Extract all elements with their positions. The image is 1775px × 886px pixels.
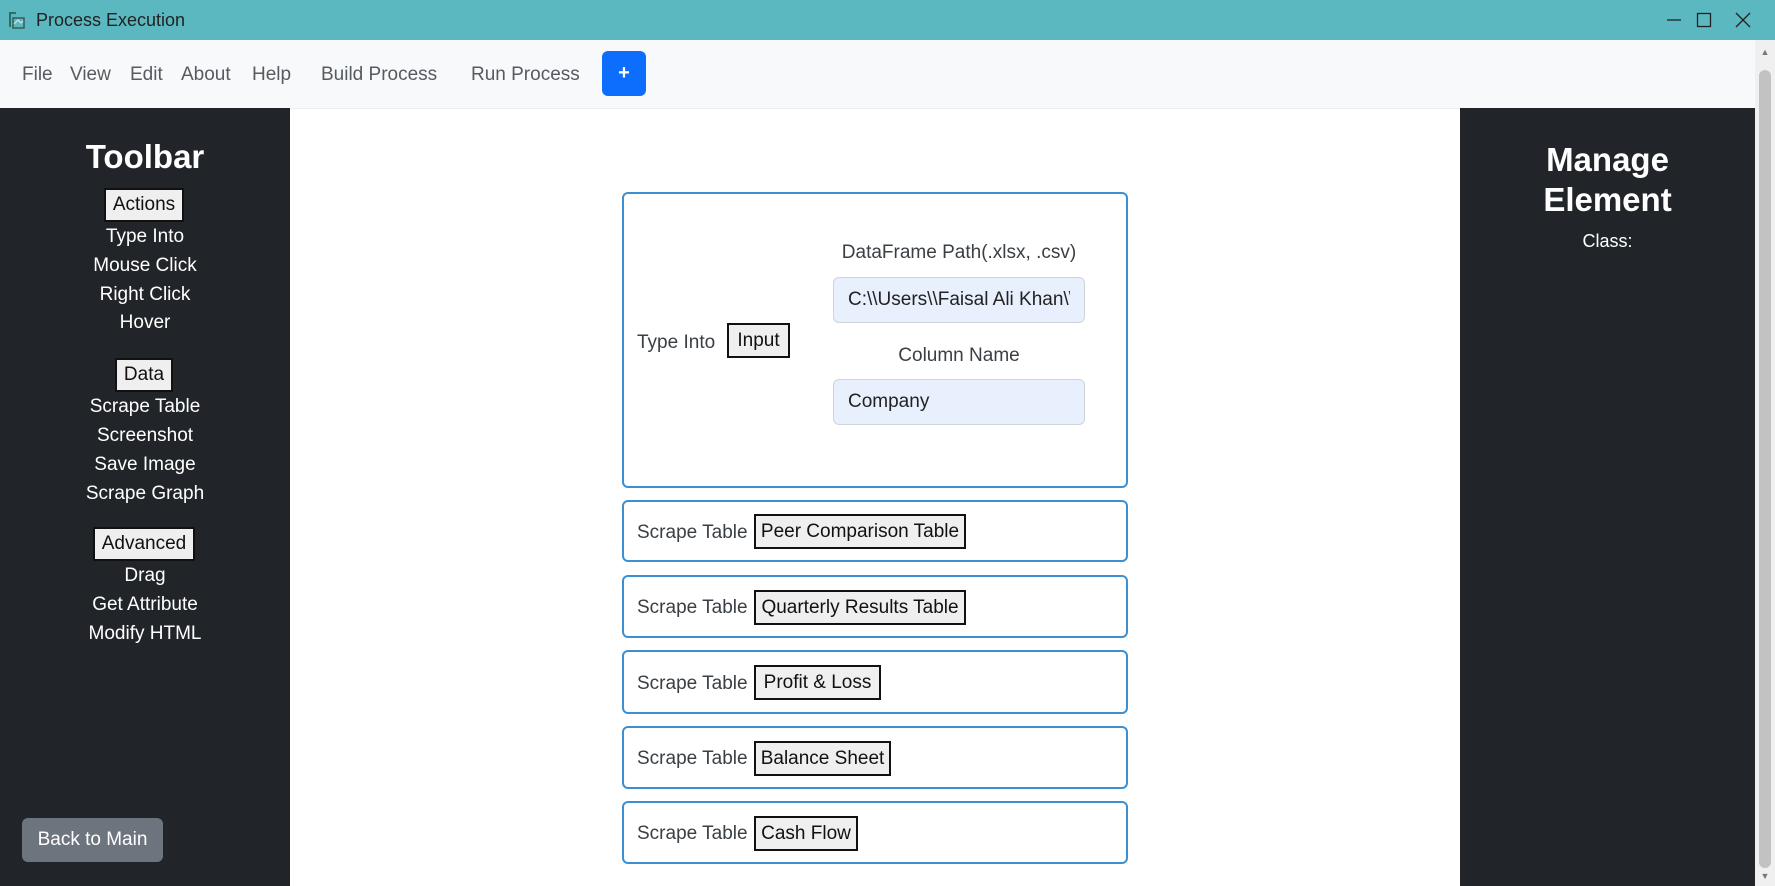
step-label: Scrape Table bbox=[637, 823, 748, 844]
scrape-table-step-card[interactable]: Scrape Table Balance Sheet bbox=[622, 726, 1128, 789]
manage-title-line2: Element bbox=[1543, 181, 1672, 218]
back-to-main-button[interactable]: Back to Main bbox=[22, 818, 163, 862]
maximize-icon bbox=[1696, 12, 1712, 28]
manage-element-sidebar: Manage Element Class: bbox=[1460, 108, 1755, 886]
tool-screenshot[interactable]: Screenshot bbox=[0, 425, 290, 447]
tool-scrape-table[interactable]: Scrape Table bbox=[0, 396, 290, 418]
menu-bar: File View Edit About Help Build Process … bbox=[0, 40, 1755, 109]
step-label: Type Into bbox=[637, 332, 716, 353]
step-label: Scrape Table bbox=[637, 748, 748, 769]
menu-file[interactable]: File bbox=[22, 40, 53, 110]
tool-get-attribute[interactable]: Get Attribute bbox=[0, 594, 290, 616]
tool-type-into[interactable]: Type Into bbox=[0, 226, 290, 248]
step-label: Scrape Table bbox=[637, 522, 748, 543]
tool-drag[interactable]: Drag bbox=[0, 565, 290, 587]
title-bar: Process Execution bbox=[0, 0, 1775, 40]
menu-about[interactable]: About bbox=[181, 40, 231, 110]
add-step-button[interactable]: + bbox=[602, 51, 646, 96]
advanced-group-button[interactable]: Advanced bbox=[93, 527, 195, 561]
profit-loss-button[interactable]: Profit & Loss bbox=[754, 665, 881, 700]
dataframe-path-input[interactable] bbox=[833, 277, 1085, 323]
tool-scrape-graph[interactable]: Scrape Graph bbox=[0, 483, 290, 505]
menu-build-process[interactable]: Build Process bbox=[321, 40, 437, 110]
close-icon bbox=[1735, 12, 1751, 28]
app-icon bbox=[9, 12, 25, 29]
input-element-button[interactable]: Input bbox=[727, 323, 790, 358]
scrape-table-step-card[interactable]: Scrape Table Peer Comparison Table bbox=[622, 500, 1128, 562]
class-label: Class: bbox=[1582, 231, 1633, 251]
scrape-table-step-card[interactable]: Scrape Table Quarterly Results Table bbox=[622, 575, 1128, 638]
quarterly-results-table-button[interactable]: Quarterly Results Table bbox=[754, 590, 966, 625]
window-title: Process Execution bbox=[36, 10, 186, 30]
scrape-table-step-card[interactable]: Scrape Table Profit & Loss bbox=[622, 650, 1128, 714]
menu-view[interactable]: View bbox=[70, 40, 111, 110]
manage-title-line1: Manage bbox=[1546, 141, 1669, 178]
close-button[interactable] bbox=[1713, 0, 1773, 40]
menu-edit[interactable]: Edit bbox=[130, 40, 163, 110]
scroll-up-icon[interactable]: ▲ bbox=[1759, 46, 1771, 58]
toolbar-sidebar: Toolbar Actions Type Into Mouse Click Ri… bbox=[0, 108, 290, 886]
balance-sheet-button[interactable]: Balance Sheet bbox=[754, 741, 891, 776]
tool-mouse-click[interactable]: Mouse Click bbox=[0, 255, 290, 277]
dataframe-path-label: DataFrame Path(.xlsx, .csv) bbox=[841, 242, 1077, 263]
menu-help[interactable]: Help bbox=[252, 40, 291, 110]
data-group-button[interactable]: Data bbox=[115, 358, 173, 392]
actions-group-button[interactable]: Actions bbox=[104, 188, 184, 222]
menu-run-process[interactable]: Run Process bbox=[471, 40, 580, 110]
scrape-table-step-card[interactable]: Scrape Table Cash Flow bbox=[622, 801, 1128, 864]
toolbar-title: Toolbar bbox=[85, 138, 205, 175]
column-name-input[interactable] bbox=[833, 379, 1085, 425]
vertical-scrollbar[interactable]: ▲ ▼ bbox=[1755, 40, 1775, 886]
cash-flow-button[interactable]: Cash Flow bbox=[754, 816, 858, 851]
tool-right-click[interactable]: Right Click bbox=[0, 284, 290, 306]
tool-modify-html[interactable]: Modify HTML bbox=[0, 623, 290, 645]
manage-element-title: Manage Element bbox=[1460, 140, 1755, 220]
tool-save-image[interactable]: Save Image bbox=[0, 454, 290, 476]
step-label: Scrape Table bbox=[637, 673, 748, 694]
column-name-label: Column Name bbox=[898, 345, 1020, 366]
type-into-step-card[interactable]: Type Into Input DataFrame Path(.xlsx, .c… bbox=[622, 192, 1128, 488]
tool-hover[interactable]: Hover bbox=[0, 312, 290, 334]
scroll-down-icon[interactable]: ▼ bbox=[1759, 870, 1771, 882]
step-label: Scrape Table bbox=[637, 597, 748, 618]
scroll-thumb[interactable] bbox=[1759, 70, 1771, 868]
peer-comparison-table-button[interactable]: Peer Comparison Table bbox=[754, 514, 966, 549]
